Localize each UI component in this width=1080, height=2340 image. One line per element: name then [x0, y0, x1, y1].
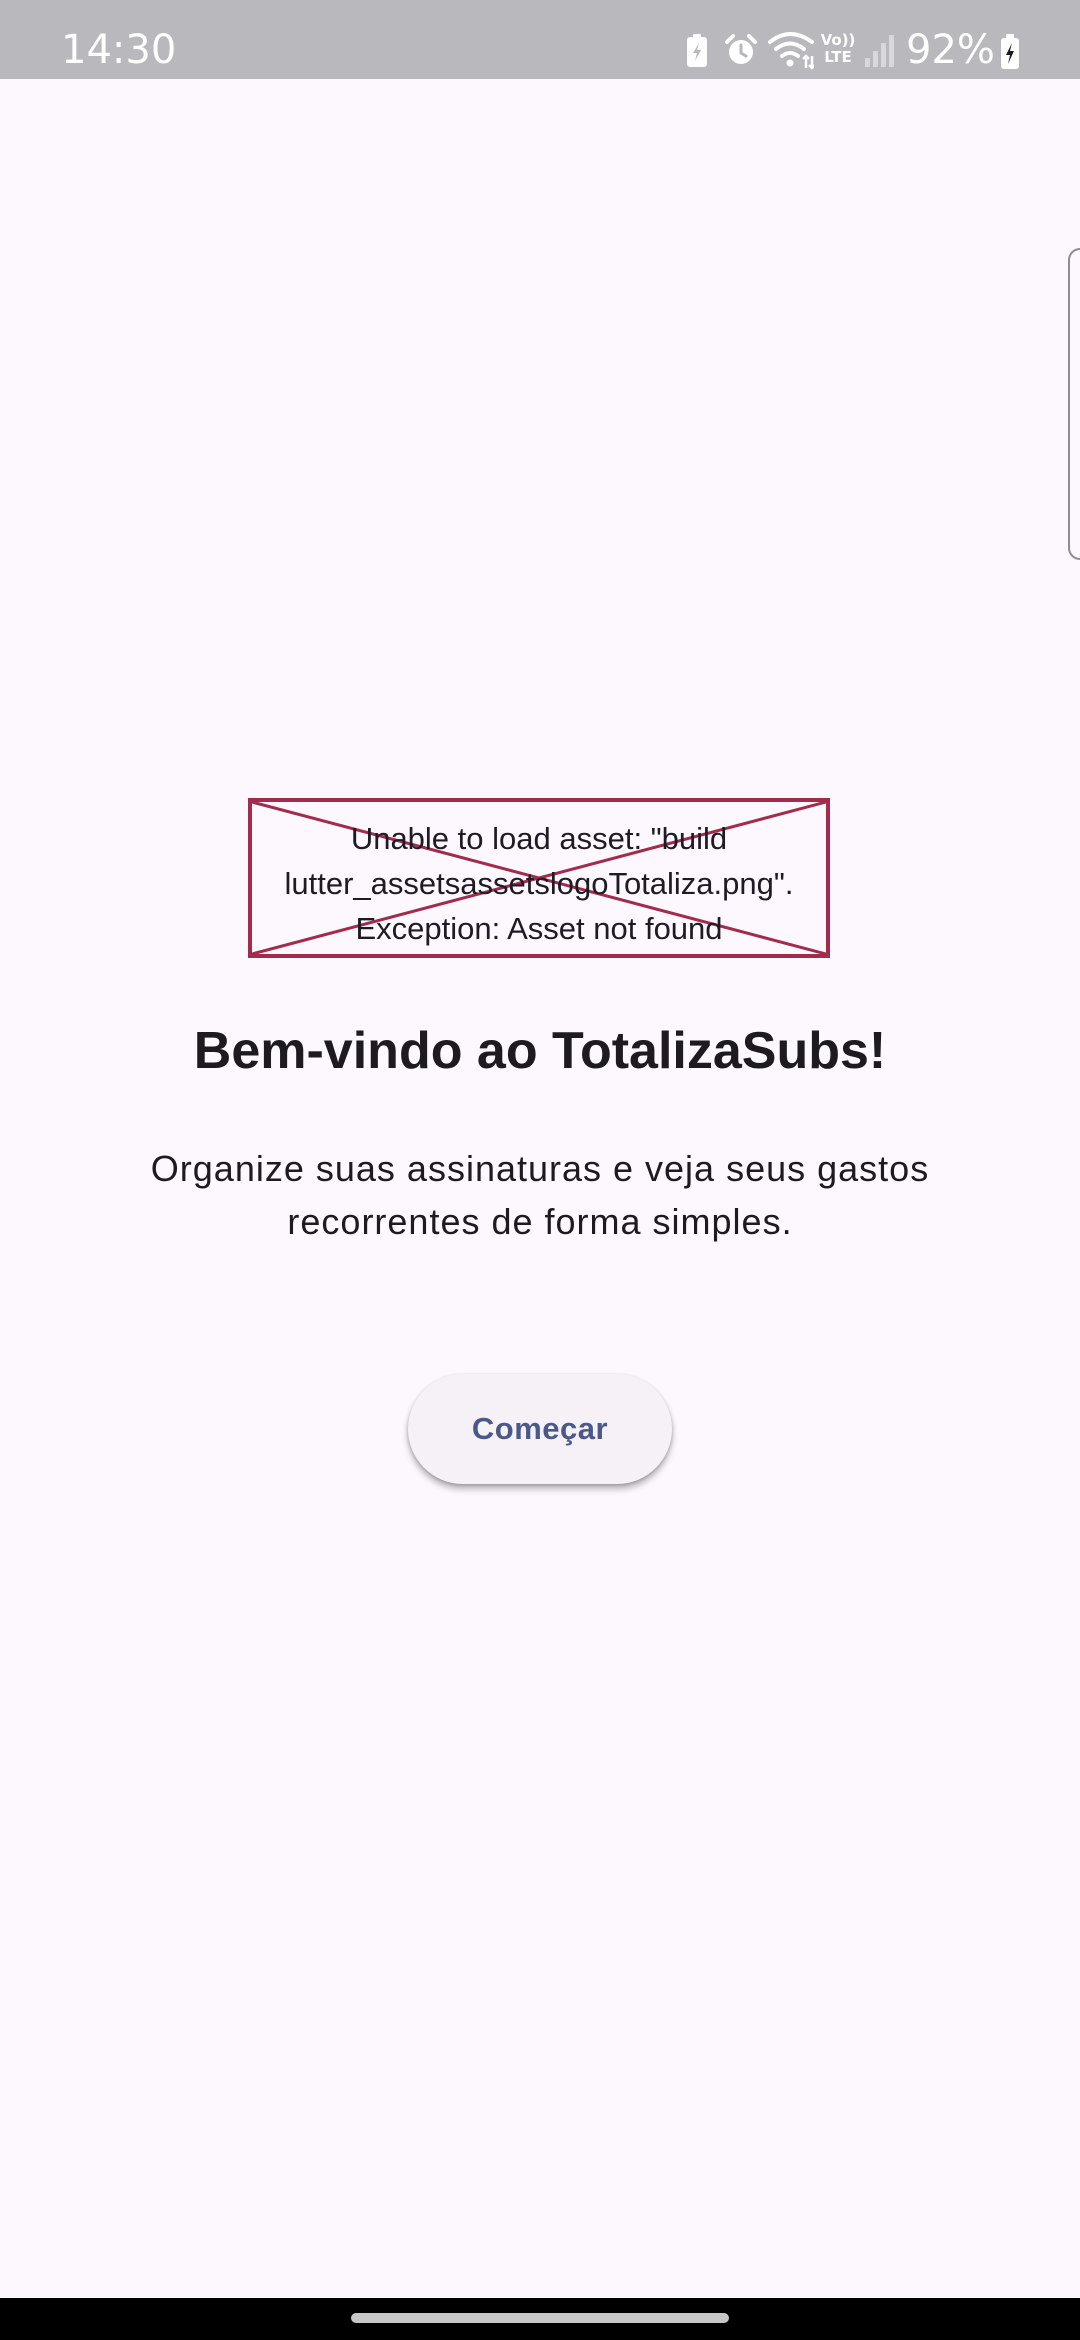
edge-panel-handle[interactable]: [1068, 248, 1080, 560]
battery-saver-icon: [687, 34, 707, 67]
start-button[interactable]: Começar: [408, 1374, 672, 1484]
alarm-icon: [725, 34, 757, 64]
welcome-subtitle: Organize suas assinaturas e veja seus ga…: [150, 1148, 930, 1242]
status-time: 14:30: [61, 27, 177, 73]
battery-percentage: 92%: [906, 27, 995, 73]
welcome-title: Bem-vindo ao TotalizaSubs!: [193, 1022, 887, 1080]
home-indicator[interactable]: [351, 2313, 729, 2323]
battery-charging-icon: [1001, 34, 1019, 69]
volte-icon: Vo)) LTE: [820, 31, 856, 66]
asset-error-message: Unable to load asset: "build lutter_asse…: [284, 821, 794, 946]
status-bar: 14:30 Vo)) LTE 92%: [0, 0, 1080, 79]
navigation-bar: [0, 2298, 1080, 2340]
wifi-icon: [768, 32, 814, 70]
signal-icon: [865, 35, 894, 67]
logo-image-error: Unable to load asset: "build lutter_asse…: [248, 798, 830, 958]
